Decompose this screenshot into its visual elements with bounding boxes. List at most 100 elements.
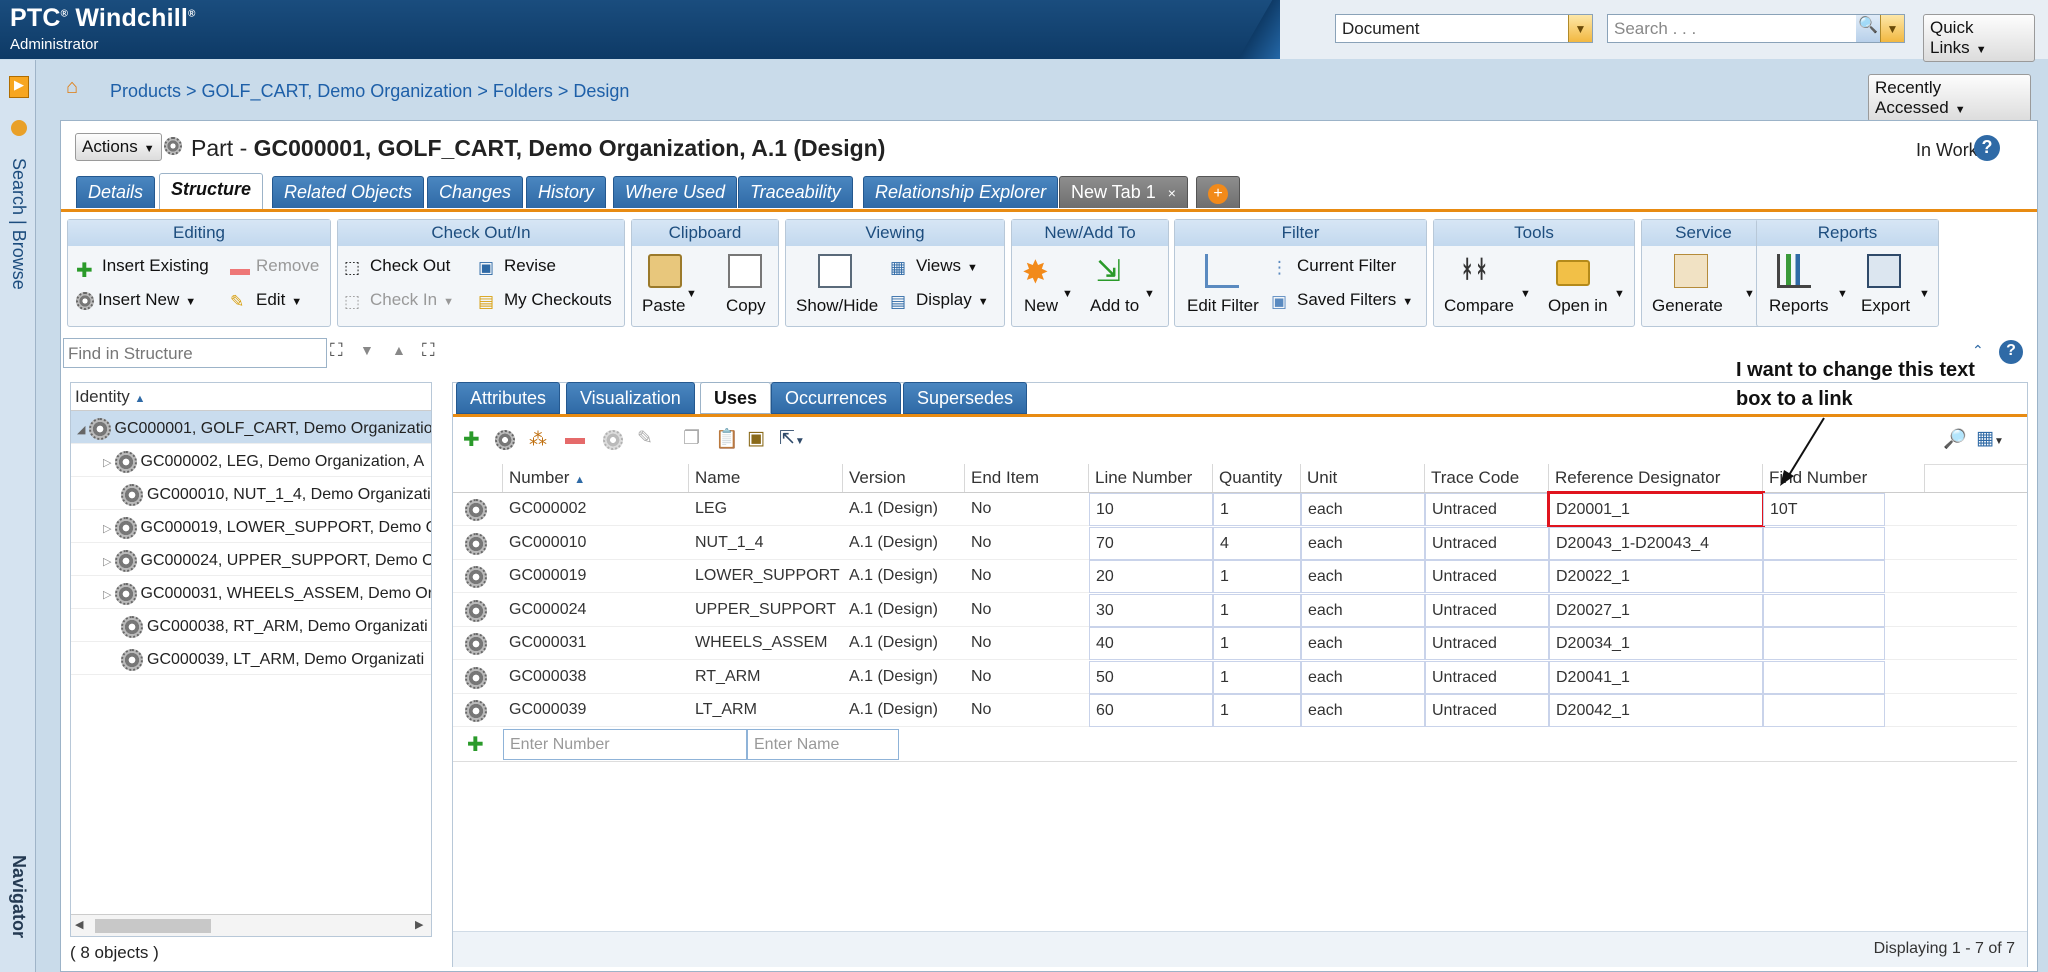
binoculars-icon[interactable]: ⛶ xyxy=(330,340,343,361)
unit-field[interactable]: each xyxy=(1301,627,1425,660)
check-out-button[interactable]: ⬚ Check Out xyxy=(344,256,450,277)
unit-field[interactable]: each xyxy=(1301,560,1425,593)
filter-down-icon[interactable]: ▼ xyxy=(360,342,374,358)
tab-history[interactable]: History xyxy=(526,176,607,208)
chevron-down-icon[interactable]: ▼ xyxy=(1520,288,1531,300)
tree-row[interactable]: ▷ GC000024, UPPER_SUPPORT, Demo Or xyxy=(71,543,431,576)
tab-attributes[interactable]: Attributes xyxy=(456,382,561,414)
tab-where-used[interactable]: Where Used xyxy=(613,176,738,208)
home-icon[interactable]: ⌂ xyxy=(66,76,78,99)
tree-row[interactable]: GC000010, NUT_1_4, Demo Organizati xyxy=(71,477,431,510)
trace-code-field[interactable]: Untraced xyxy=(1425,593,1549,627)
remove-button[interactable]: ▬ Remove xyxy=(230,256,319,280)
edit-icon[interactable]: ✎ xyxy=(637,427,653,450)
search-icon[interactable] xyxy=(11,120,27,136)
table-view-icon[interactable]: ▦▼ xyxy=(1976,427,2004,450)
line-number-field[interactable]: 20 xyxy=(1089,560,1213,593)
line-number-field[interactable]: 70 xyxy=(1089,526,1213,560)
generate-button[interactable]: Generate xyxy=(1652,296,1723,316)
copy-icon[interactable]: ❐ xyxy=(683,427,700,450)
line-number-field[interactable]: 30 xyxy=(1089,593,1213,627)
actions-button[interactable]: Actions ▼ xyxy=(75,133,162,161)
column-name[interactable]: Name xyxy=(689,464,843,492)
tab-traceability[interactable]: Traceability xyxy=(738,176,853,208)
find-number-field[interactable] xyxy=(1763,627,1885,660)
search-browse-link[interactable]: Search | Browse xyxy=(8,158,29,290)
my-checkouts-button[interactable]: ▤ My Checkouts xyxy=(478,290,612,311)
part-icon[interactable] xyxy=(465,633,491,655)
tab-changes[interactable]: Changes xyxy=(427,176,524,208)
tree-row[interactable]: ▷ GC000019, LOWER_SUPPORT, Demo C xyxy=(71,510,431,543)
tab-new-tab-1[interactable]: New Tab 1 × xyxy=(1059,176,1188,208)
quantity-field[interactable]: 4 xyxy=(1213,526,1301,560)
tree-row[interactable]: GC000038, RT_ARM, Demo Organizati xyxy=(71,609,431,642)
column-version[interactable]: Version xyxy=(843,464,965,492)
reference-designator-field[interactable]: D20034_1 xyxy=(1549,627,1763,660)
views-button[interactable]: ▦ Views ▼ xyxy=(890,256,978,277)
quantity-field[interactable]: 1 xyxy=(1213,694,1301,727)
chevron-down-icon[interactable]: ▼ xyxy=(1880,15,1904,42)
trace-code-field[interactable]: Untraced xyxy=(1425,493,1549,526)
part-icon[interactable] xyxy=(465,566,491,588)
reference-designator-field[interactable]: D20041_1 xyxy=(1549,660,1763,694)
reference-designator-field[interactable]: D20043_1-D20043_4 xyxy=(1549,526,1763,560)
chevron-down-icon[interactable]: ▼ xyxy=(1744,288,1755,300)
add-icon[interactable]: ✚ xyxy=(463,427,480,452)
generate-icon[interactable] xyxy=(1674,254,1708,288)
column-end-item[interactable]: End Item xyxy=(965,464,1089,492)
column-trace-code[interactable]: Trace Code xyxy=(1425,464,1549,492)
paste-icon[interactable]: 📋 xyxy=(715,427,739,451)
find-all-icon[interactable]: ⛶ xyxy=(422,340,435,361)
show-hide-icon[interactable] xyxy=(818,254,852,288)
part-icon[interactable] xyxy=(465,599,491,622)
reference-designator-field[interactable]: D20027_1 xyxy=(1549,593,1763,627)
line-number-field[interactable]: 60 xyxy=(1089,694,1213,727)
trace-code-field[interactable]: Untraced xyxy=(1425,526,1549,560)
find-number-field[interactable] xyxy=(1763,694,1885,727)
insert-new-icon[interactable] xyxy=(495,429,519,450)
expand-navigator-icon[interactable]: ▶ xyxy=(9,76,29,98)
part-icon[interactable] xyxy=(465,700,491,722)
reference-designator-field[interactable]: D20022_1 xyxy=(1549,560,1763,593)
search-input[interactable]: Search . . . 🔍 ▼ xyxy=(1607,14,1905,43)
search-icon[interactable]: 🔍 xyxy=(1856,15,1880,42)
enter-number-input[interactable]: Enter Number xyxy=(503,729,747,760)
tree-row[interactable]: ▷ GC000031, WHEELS_ASSEM, Demo Org xyxy=(71,576,431,609)
column-line-number[interactable]: Line Number xyxy=(1089,464,1213,492)
find-in-structure-input[interactable]: Find in Structure xyxy=(63,338,327,368)
paste-icon[interactable] xyxy=(648,254,682,288)
saved-filters-button[interactable]: ▣ Saved Filters ▼ xyxy=(1271,290,1413,311)
tab-visualization[interactable]: Visualization xyxy=(566,382,695,414)
compare-icon[interactable]: ᚼᚼ xyxy=(1460,256,1494,290)
trace-code-field[interactable]: Untraced xyxy=(1425,694,1549,727)
tab-related-objects[interactable]: Related Objects xyxy=(272,176,425,208)
recently-accessed-button[interactable]: Recently Accessed ▼ xyxy=(1868,74,2031,122)
tree-row[interactable]: ▷ GC000002, LEG, Demo Organization, A xyxy=(71,444,431,477)
quantity-field[interactable]: 1 xyxy=(1213,627,1301,660)
find-number-field[interactable]: 10T xyxy=(1763,493,1885,526)
edit-button[interactable]: ✎ Edit ▼ xyxy=(230,290,302,311)
part-icon[interactable] xyxy=(465,666,491,689)
find-number-field[interactable] xyxy=(1763,593,1885,627)
column-quantity[interactable]: Quantity xyxy=(1213,464,1301,492)
quick-links-button[interactable]: Quick Links ▼ xyxy=(1923,14,2035,62)
folder-icon[interactable] xyxy=(1556,260,1590,286)
tab-structure[interactable]: Structure xyxy=(159,173,264,209)
quantity-field[interactable]: 1 xyxy=(1213,493,1301,526)
trace-code-field[interactable]: Untraced xyxy=(1425,660,1549,694)
edit-filter-button[interactable]: Edit Filter xyxy=(1187,296,1259,316)
type-select[interactable]: Document ▼ xyxy=(1335,14,1593,43)
horizontal-scrollbar[interactable]: ◀ ▶ xyxy=(71,914,431,936)
help-icon[interactable]: ? xyxy=(1974,135,2000,161)
breadcrumb[interactable]: Products > GOLF_CART, Demo Organization … xyxy=(110,81,629,102)
column-unit[interactable]: Unit xyxy=(1301,464,1425,492)
remove-icon[interactable]: ▬ xyxy=(565,427,585,450)
gear-icon[interactable] xyxy=(603,429,627,450)
chevron-down-icon[interactable]: ▼ xyxy=(1837,288,1848,300)
quantity-field[interactable]: 1 xyxy=(1213,660,1301,694)
reports-button[interactable]: Reports xyxy=(1769,296,1829,316)
navigator-label[interactable]: Navigator xyxy=(8,855,29,938)
unit-field[interactable]: each xyxy=(1301,593,1425,627)
line-number-field[interactable]: 50 xyxy=(1089,660,1213,694)
chevron-down-icon[interactable]: ▼ xyxy=(1062,288,1073,300)
